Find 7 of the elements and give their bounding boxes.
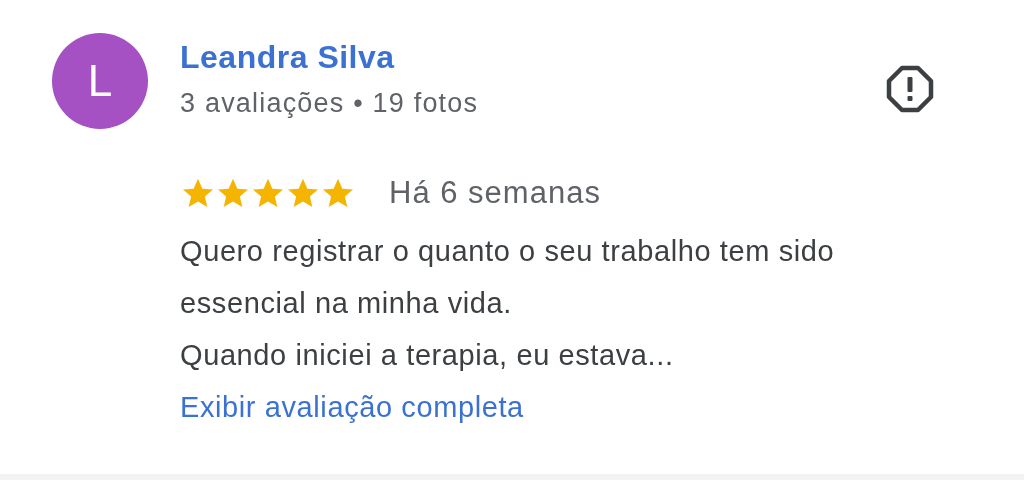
avatar[interactable]: L — [52, 33, 148, 129]
report-icon[interactable] — [886, 65, 934, 113]
author-name[interactable]: Leandra Silva — [180, 39, 395, 76]
review-date: Há 6 semanas — [389, 175, 601, 211]
show-full-review-link[interactable]: Exibir avaliação completa — [180, 391, 524, 423]
author-meta: 3 avaliações • 19 fotos — [180, 88, 479, 119]
review-text: Quero registrar o quanto o seu trabalho tem sido essencial na minha vida. Quando iniciei a terapia, eu estava... Exibir avaliação completa — [180, 234, 836, 425]
